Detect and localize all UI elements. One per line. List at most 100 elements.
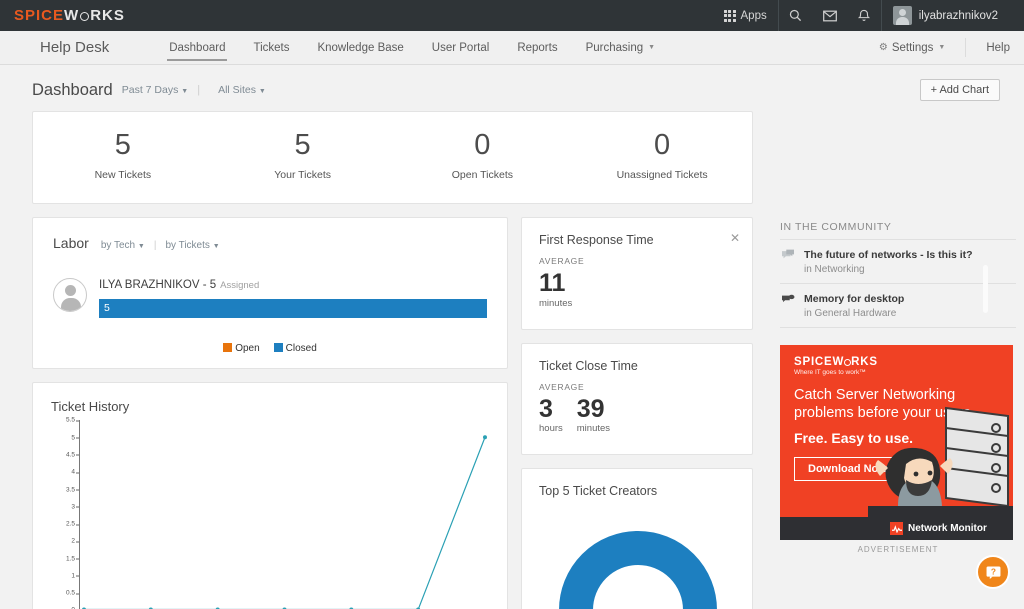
settings-label: Settings xyxy=(891,41,934,54)
navbar-right: ⚙ Settings ▼ Help xyxy=(865,31,1024,64)
nav-label-reports: Reports xyxy=(517,41,558,54)
thread-icon xyxy=(780,249,796,275)
chevron-down-icon: ▼ xyxy=(648,44,656,51)
ad-logo-spice: SPICE xyxy=(794,356,833,369)
nav-item-purchasing[interactable]: Purchasing ▼ xyxy=(572,31,669,64)
labor-row: ILYA BRAZHNIKOV - 5 Assigned 5 xyxy=(53,275,487,319)
help-bubble[interactable]: ? xyxy=(976,555,1010,589)
site-filter[interactable]: All Sites ▼ xyxy=(218,84,266,96)
chevron-down-icon-tickets: ▼ xyxy=(212,243,220,251)
labor-by-tickets-label: by Tickets xyxy=(165,240,210,252)
labor-bar-closed[interactable]: 5 xyxy=(99,299,487,319)
ticket-close-minutes-value: 39 xyxy=(576,394,605,423)
ticket-close-time-title: Ticket Close Time xyxy=(539,358,638,373)
nav-item-reports[interactable]: Reports xyxy=(503,31,571,64)
top-creators-donut-chart[interactable] xyxy=(539,510,737,609)
community-item[interactable]: The future of networks - Is this it? in … xyxy=(780,240,1016,285)
kpi-your-tickets[interactable]: 5 Your Tickets xyxy=(213,130,393,182)
ticket-history-plot: 5.554.543.532.521.510.50 xyxy=(51,417,489,609)
ticket-close-hours-value: 3 xyxy=(539,394,553,423)
chevron-down-icon-site: ▼ xyxy=(258,88,266,95)
logo-text-rks: RKS xyxy=(90,7,125,24)
legend-item-closed[interactable]: Closed xyxy=(273,342,317,354)
legend-swatch-open xyxy=(223,343,233,353)
y-tick-label: 5 xyxy=(71,434,79,442)
y-tick-label: 2 xyxy=(71,537,79,545)
kpi-unassigned-tickets-value: 0 xyxy=(654,129,671,161)
nav-item-knowledge-base[interactable]: Knowledge Base xyxy=(303,31,417,64)
ticket-history-y-axis: 5.554.543.532.521.510.50 xyxy=(51,417,80,609)
network-monitor-icon xyxy=(890,522,903,536)
first-response-unit: minutes xyxy=(539,297,573,309)
help-label: Help xyxy=(986,41,1010,54)
kpi-summary-card: 5 New Tickets 5 Your Tickets 0 Open Tick… xyxy=(32,111,753,205)
logo-text-w: W xyxy=(64,7,80,24)
page-app-title: Help Desk xyxy=(40,39,110,56)
kpi-new-tickets-value: 5 xyxy=(114,129,131,161)
ad-logo-rks: RKS xyxy=(851,356,878,369)
ad-illustration xyxy=(868,407,1013,518)
first-response-value-group: 11 minutes xyxy=(539,270,573,309)
help-link[interactable]: Help xyxy=(972,31,1024,64)
nav-label-tickets: Tickets xyxy=(253,41,290,54)
nav-item-tickets[interactable]: Tickets xyxy=(239,31,303,64)
nav-label-dashboard: Dashboard xyxy=(169,41,226,54)
scrollbar[interactable] xyxy=(983,265,988,313)
close-icon[interactable]: ✕ xyxy=(730,231,740,245)
avatar xyxy=(892,6,912,25)
legend-label-open: Open xyxy=(235,343,260,355)
labor-body: ILYA BRAZHNIKOV - 5 Assigned 5 xyxy=(99,275,487,319)
apps-button[interactable]: Apps xyxy=(713,0,778,31)
kpi-open-tickets-label: Open Tickets xyxy=(451,169,514,182)
community-item[interactable]: Memory for desktop in General Hardware xyxy=(780,284,1016,329)
logo-o-icon xyxy=(80,12,90,21)
community-item-title: Memory for desktop xyxy=(804,293,905,306)
first-response-time-card: First Response Time ✕ AVERAGE 11 minutes xyxy=(521,217,753,330)
donut-slice[interactable] xyxy=(559,530,717,609)
user-menu[interactable]: ilyabrazhnikov2 xyxy=(882,0,1010,31)
add-chart-button[interactable]: + Add Chart xyxy=(919,79,1000,101)
labor-tech-name: ILYA BRAZHNIKOV - 5 xyxy=(99,279,217,292)
chevron-down-icon-date: ▼ xyxy=(181,88,189,95)
kpi-new-tickets[interactable]: 5 New Tickets xyxy=(33,129,213,182)
nav-item-dashboard[interactable]: Dashboard xyxy=(155,31,239,64)
nav-label-knowledge-base: Knowledge Base xyxy=(317,41,404,54)
community-item-text: Memory for desktop in General Hardware xyxy=(804,293,904,319)
labor-by-tickets-dropdown[interactable]: by Tickets ▼ xyxy=(165,240,219,251)
first-response-average-label: AVERAGE xyxy=(539,256,585,267)
date-range-filter[interactable]: Past 7 Days ▼ xyxy=(122,84,188,96)
settings-menu[interactable]: ⚙ Settings ▼ xyxy=(865,31,959,64)
mail-icon[interactable] xyxy=(813,0,847,31)
ticket-close-minutes-group: 39 minutes xyxy=(576,394,610,434)
thread-icon xyxy=(780,293,796,319)
labor-assigned-label: Assigned xyxy=(220,280,260,292)
nav-item-user-portal[interactable]: User Portal xyxy=(418,31,504,64)
top-ticket-creators-title: Top 5 Ticket Creators xyxy=(539,483,658,498)
apps-label: Apps xyxy=(740,9,767,22)
labor-by-tech-dropdown[interactable]: by Tech ▼ xyxy=(101,240,145,251)
y-tick-label: 4.5 xyxy=(65,451,80,459)
kpi-open-tickets-value: 0 xyxy=(474,129,491,161)
legend-swatch-closed xyxy=(273,343,283,353)
mid-widget-column: First Response Time ✕ AVERAGE 11 minutes… xyxy=(521,217,753,609)
community-item-sub: in General Hardware xyxy=(804,308,897,320)
bell-icon[interactable] xyxy=(847,0,881,31)
advertisement-banner[interactable]: SPICEW RKS Where IT goes to work™ Catch S… xyxy=(780,345,1013,541)
global-topbar: SPICE W RKS Apps ilyabrazhnikov2 xyxy=(0,0,1024,31)
y-tick-label: 1.5 xyxy=(65,555,80,563)
search-icon[interactable] xyxy=(779,0,813,31)
nav-label-purchasing: Purchasing xyxy=(585,41,644,54)
community-item-sub: in Networking xyxy=(804,264,865,276)
avatar xyxy=(53,278,87,313)
kpi-your-tickets-label: Your Tickets xyxy=(274,169,332,182)
help-chat-icon: ? xyxy=(986,566,1000,579)
y-tick-label: 3 xyxy=(71,503,79,511)
main-navbar: Help Desk Dashboard Tickets Knowledge Ba… xyxy=(0,31,1024,65)
legend-item-open[interactable]: Open xyxy=(223,342,260,355)
labor-card: Labor by Tech ▼ | by Tickets ▼ ILYA BRAZ… xyxy=(32,217,508,370)
kpi-open-tickets[interactable]: 0 Open Tickets xyxy=(393,129,573,182)
top-ticket-creators-card: Top 5 Ticket Creators xyxy=(521,467,753,609)
kpi-unassigned-tickets[interactable]: 0 Unassigned Tickets xyxy=(572,129,752,182)
ad-footer: Network Monitor xyxy=(780,517,1013,541)
spiceworks-logo[interactable]: SPICE W RKS xyxy=(14,7,125,24)
